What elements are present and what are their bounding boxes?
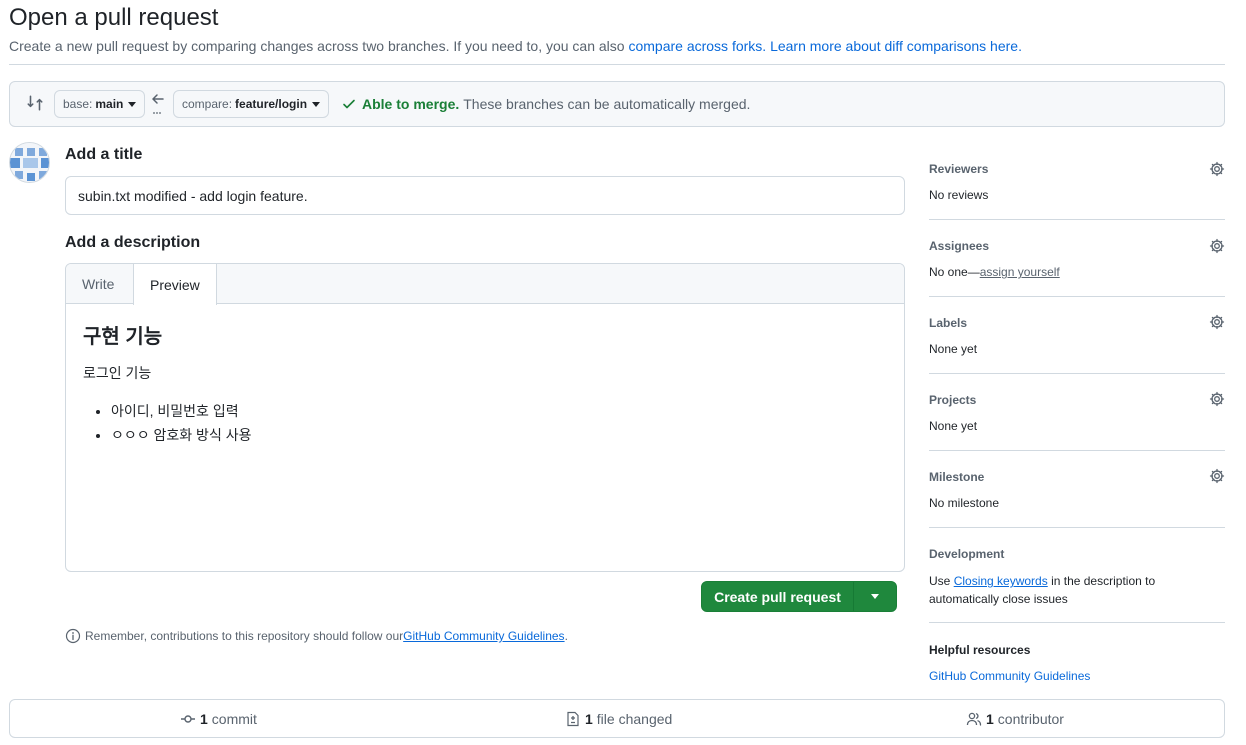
summary-bar: 1 commit 1 file changed 1 contributor bbox=[9, 699, 1225, 738]
reviewers-value: No reviews bbox=[929, 188, 989, 202]
compare-label: compare: bbox=[182, 97, 233, 111]
divider bbox=[9, 64, 1225, 65]
files-label: file changed bbox=[596, 711, 673, 727]
commit-label: commit bbox=[211, 711, 257, 727]
compare-branch-select[interactable]: compare: feature/login bbox=[173, 90, 330, 118]
milestone-title: Milestone bbox=[929, 470, 985, 484]
development-title: Development bbox=[929, 547, 1005, 561]
base-label: base: bbox=[63, 97, 93, 111]
resources-guidelines-link[interactable]: GitHub Community Guidelines bbox=[929, 669, 1090, 683]
title-label: Add a title bbox=[65, 146, 143, 163]
create-options-dropdown[interactable] bbox=[854, 582, 896, 611]
assign-yourself-link[interactable]: assign yourself bbox=[980, 265, 1060, 279]
contrib-count: 1 bbox=[986, 711, 994, 727]
base-branch-name: main bbox=[95, 97, 124, 111]
gear-icon[interactable] bbox=[1209, 314, 1225, 330]
description-editor: Write Preview 구현 기능 로그인 기능 아이디, 비밀번호 입력 … bbox=[65, 263, 905, 572]
gear-icon[interactable] bbox=[1209, 161, 1225, 177]
projects-title: Projects bbox=[929, 393, 977, 407]
tab-preview[interactable]: Preview bbox=[133, 264, 217, 305]
commits-summary[interactable]: 1 commit bbox=[180, 711, 257, 727]
merge-message: These branches can be automatically merg… bbox=[463, 96, 751, 112]
preview-paragraph: 로그인 기능 bbox=[83, 365, 152, 381]
tab-write[interactable]: Write bbox=[66, 264, 130, 304]
sidebar: Reviewers No reviews Assignees No one—as… bbox=[929, 150, 1225, 693]
merge-status: Able to merge. These branches can be aut… bbox=[341, 96, 750, 112]
git-commit-icon bbox=[181, 715, 195, 723]
contributors-summary[interactable]: 1 contributor bbox=[966, 711, 1064, 727]
subtitle-text: Create a new pull request by comparing c… bbox=[9, 38, 629, 54]
identicon-icon bbox=[10, 143, 49, 182]
gear-icon[interactable] bbox=[1209, 238, 1225, 254]
chevron-down-icon bbox=[312, 101, 321, 107]
chevron-down-icon bbox=[128, 101, 137, 107]
create-pull-request-button[interactable]: Create pull request bbox=[702, 582, 854, 611]
base-branch-select[interactable]: base: main bbox=[54, 90, 146, 118]
chevron-down-icon bbox=[871, 594, 879, 599]
page-subtitle: Create a new pull request by comparing c… bbox=[9, 38, 1022, 54]
sidebar-development: Development Use Closing keywords in the … bbox=[929, 528, 1225, 623]
closing-keywords-link[interactable]: Closing keywords bbox=[954, 574, 1048, 588]
gear-icon[interactable] bbox=[1209, 391, 1225, 407]
page-title: Open a pull request bbox=[9, 4, 219, 31]
preview-list: 아이디, 비밀번호 입력 ㅇㅇㅇ 암호화 방식 사용 bbox=[83, 399, 887, 447]
arrow-left-icon bbox=[152, 94, 164, 114]
remember-end: . bbox=[564, 629, 568, 643]
development-value: Use Closing keywords in the description … bbox=[929, 572, 1169, 608]
title-input[interactable] bbox=[65, 176, 905, 215]
preview-heading: 구현 기능 bbox=[83, 326, 163, 348]
contribution-reminder: Remember, contributions to this reposito… bbox=[65, 628, 568, 644]
community-guidelines-link[interactable]: GitHub Community Guidelines bbox=[403, 629, 564, 643]
list-item: 아이디, 비밀번호 입력 bbox=[111, 399, 887, 423]
compare-forks-link[interactable]: compare across forks. bbox=[628, 38, 766, 54]
create-pull-request-button-group: Create pull request bbox=[701, 581, 897, 612]
files-count: 1 bbox=[585, 711, 593, 727]
people-icon bbox=[966, 712, 982, 726]
labels-title: Labels bbox=[929, 316, 968, 330]
list-item: ㅇㅇㅇ 암호화 방식 사용 bbox=[111, 423, 887, 447]
projects-value: None yet bbox=[929, 419, 978, 433]
contrib-label: contributor bbox=[997, 711, 1064, 727]
info-icon bbox=[65, 628, 81, 644]
reviewers-title: Reviewers bbox=[929, 162, 989, 176]
assignees-value: No one—assign yourself bbox=[929, 265, 1060, 279]
labels-value: None yet bbox=[929, 342, 978, 356]
development-pre: Use bbox=[929, 574, 954, 588]
editor-tabs: Write Preview bbox=[66, 264, 904, 305]
sidebar-reviewers: Reviewers No reviews bbox=[929, 150, 1225, 220]
files-summary[interactable]: 1 file changed bbox=[565, 711, 672, 727]
learn-more-link[interactable]: Learn more about diff comparisons here. bbox=[770, 38, 1022, 54]
sidebar-milestone: Milestone No milestone bbox=[929, 451, 1225, 528]
milestone-value: No milestone bbox=[929, 496, 1000, 510]
sidebar-resources: Helpful resources GitHub Community Guide… bbox=[929, 623, 1225, 693]
sidebar-projects: Projects None yet bbox=[929, 374, 1225, 451]
file-diff-icon bbox=[567, 711, 579, 727]
sidebar-labels: Labels None yet bbox=[929, 297, 1225, 374]
preview-body: 구현 기능 로그인 기능 아이디, 비밀번호 입력 ㅇㅇㅇ 암호화 방식 사용 bbox=[66, 304, 904, 463]
resources-title: Helpful resources bbox=[929, 643, 1031, 657]
check-icon bbox=[343, 99, 355, 109]
gear-icon[interactable] bbox=[1209, 468, 1225, 484]
commit-count: 1 bbox=[200, 711, 208, 727]
avatar[interactable] bbox=[9, 142, 50, 183]
description-label: Add a description bbox=[65, 234, 201, 251]
compare-arrows-icon bbox=[27, 95, 43, 111]
sidebar-assignees: Assignees No one—assign yourself bbox=[929, 220, 1225, 297]
compare-branch-name: feature/login bbox=[235, 97, 308, 111]
merge-ok-text: Able to merge. bbox=[362, 96, 460, 112]
assignees-none: No one— bbox=[929, 265, 980, 279]
branch-range-bar: base: main compare: feature/login Able to … bbox=[9, 81, 1225, 127]
assignees-title: Assignees bbox=[929, 239, 990, 253]
remember-text: Remember, contributions to this reposito… bbox=[85, 629, 404, 643]
